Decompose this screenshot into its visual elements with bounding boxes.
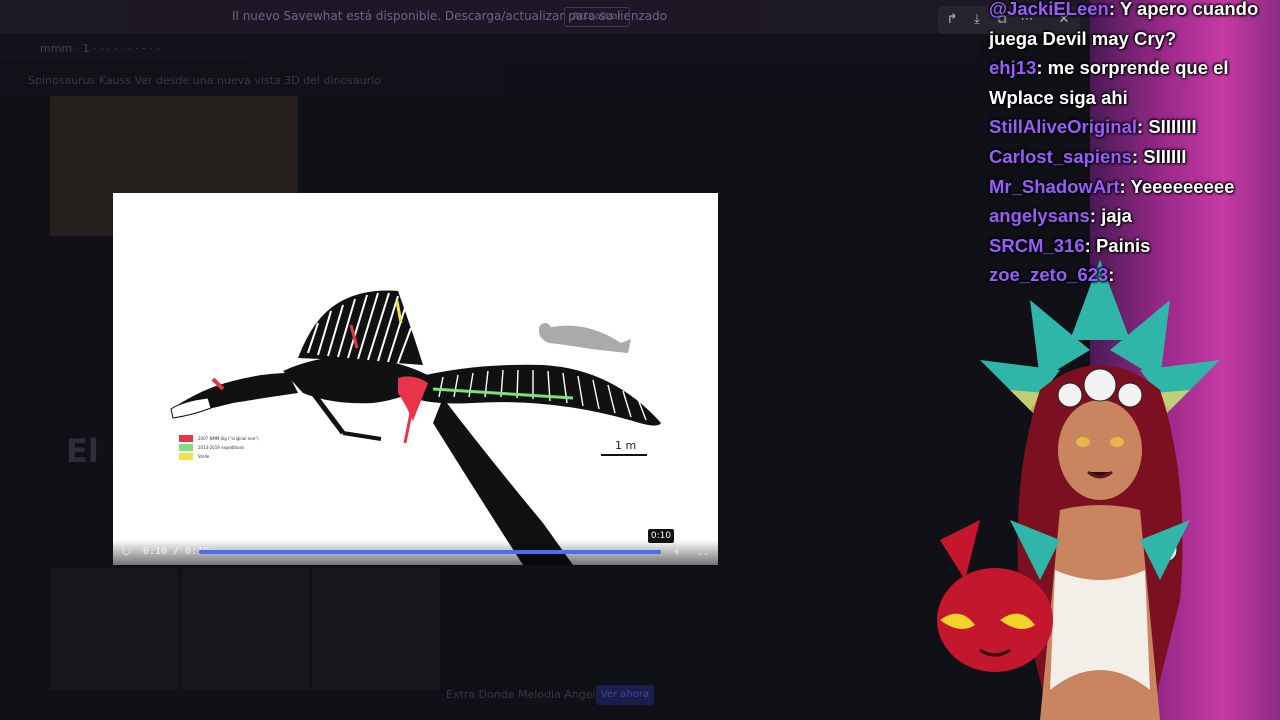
chat-username[interactable]: SRCM_316 [989, 235, 1085, 256]
bottom-caption: Extra Donde Melodia Angeia [446, 688, 603, 701]
chat-message: SRCM_316: Painis [989, 231, 1274, 261]
volume-icon[interactable]: 🔈︎ [669, 543, 687, 561]
video-player[interactable]: 1 m 2007 NMM dig ("original neo") 2013-20… [113, 193, 718, 565]
scale-label: 1 m [615, 439, 637, 452]
progress-fill [199, 550, 661, 554]
video-controls: ↻ 0:10 / 0:10 🔈︎ ⛶ [113, 540, 718, 565]
chat-message: angelysans: jaja [989, 201, 1274, 231]
share-icon[interactable]: ↱ [943, 11, 961, 29]
update-button[interactable]: Actualizar [564, 7, 630, 27]
progress-bar[interactable] [199, 550, 661, 554]
legend-label: Stelle [198, 454, 210, 459]
thumbnail[interactable] [182, 568, 310, 690]
chat-username[interactable]: ehj13 [989, 57, 1036, 78]
chat-message: Mr_ShadowArt: Yeeeeeeeee [989, 172, 1274, 202]
vtuber-avatar [937, 260, 1220, 720]
sub-navigation-bar: Spinosaurus Kauss Ver desde una nueva vi… [0, 68, 1000, 94]
sub-navigation-text: Spinosaurus Kauss Ver desde una nueva vi… [28, 74, 382, 87]
legend-item: 2007 NMM dig ("original neo") [179, 434, 259, 443]
chat-message: ehj13: me sorprende que el Wplace siga a… [989, 53, 1274, 112]
chat-username[interactable]: angelysans [989, 205, 1090, 226]
legend-swatch [179, 453, 193, 460]
chat-username[interactable]: Carlost_sapiens [989, 146, 1132, 167]
chat-text: : SIIIIIII [1137, 116, 1197, 138]
legend: 2007 NMM dig ("original neo") 2013-2019 e… [179, 434, 259, 461]
stream-chat: @JackiELeen: Y apero cuando juega Devil … [989, 0, 1274, 290]
chat-message: @JackiELeen: Y apero cuando juega Devil … [989, 0, 1274, 53]
chat-message: zoe_zeto_623: [989, 260, 1274, 290]
fullscreen-icon[interactable]: ⛶ [694, 543, 712, 561]
legend-item: Stelle [179, 452, 259, 461]
thumbnail[interactable] [312, 568, 440, 690]
legend-label: 2007 NMM dig ("original neo") [198, 436, 259, 441]
download-icon[interactable]: ⤓ [968, 11, 986, 29]
chat-message: Carlost_sapiens: SIIIIII [989, 142, 1274, 172]
chat-username[interactable]: Mr_ShadowArt [989, 176, 1120, 197]
legend-item: 2013-2019 expeditions [179, 443, 259, 452]
time-tooltip: 0:10 [648, 529, 674, 543]
thumbnail[interactable] [50, 568, 178, 690]
replay-icon[interactable]: ↻ [117, 543, 135, 561]
chat-username[interactable]: zoe_zeto_623 [989, 264, 1108, 285]
chat-username[interactable]: StillAliveOriginal [989, 116, 1137, 137]
chat-message: StillAliveOriginal: SIIIIIII [989, 112, 1274, 142]
chat-text: : jaja [1089, 205, 1132, 227]
spinosaurus-skeleton-frame [170, 290, 661, 565]
legend-swatch [179, 435, 193, 442]
chat-text: : Painis [1084, 234, 1151, 256]
legend-label: 2013-2019 expeditions [198, 445, 245, 450]
chat-text: : Yeeeeeeeee [1119, 175, 1235, 197]
address-bar: mmm · 1 · · · · · · · · · · [0, 36, 980, 62]
chat-text: : [1108, 264, 1115, 286]
watch-now-button[interactable]: Ver ahora [596, 685, 654, 705]
chat-username[interactable]: @JackiELeen [989, 0, 1109, 19]
chat-text: : SIIIIII [1131, 145, 1187, 167]
legend-swatch [179, 444, 193, 451]
address-text: mmm · 1 · · · · · · · · · · [40, 42, 160, 55]
